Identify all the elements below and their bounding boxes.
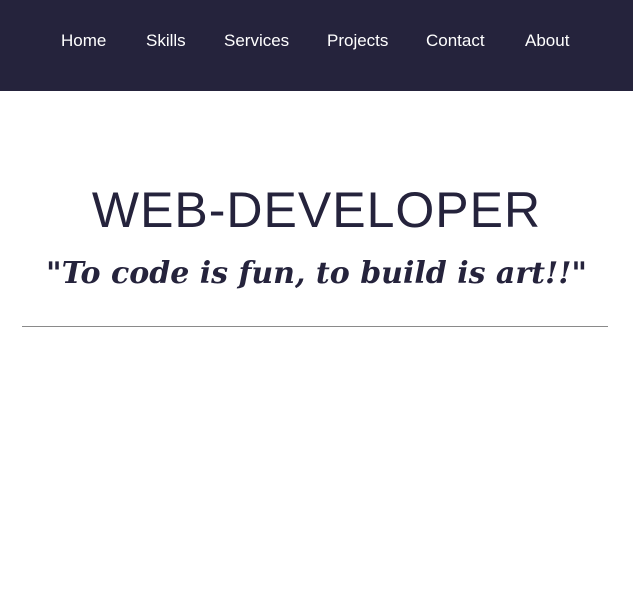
nav-link-home[interactable]: Home [61, 30, 106, 52]
top-navbar: Home Skills Services Projects Contact Ab… [0, 0, 633, 91]
hero-title: WEB-DEVELOPER [91, 182, 542, 238]
hero-section: WEB-DEVELOPER "To code is fun, to build … [0, 91, 633, 607]
section-divider [22, 326, 608, 327]
nav-link-contact[interactable]: Contact [426, 30, 485, 52]
nav-link-skills[interactable]: Skills [146, 30, 186, 52]
nav-link-about[interactable]: About [525, 30, 569, 52]
hero-tagline: "To code is fun, to build is art!!" [45, 256, 587, 291]
nav-link-services[interactable]: Services [224, 30, 289, 52]
nav-link-projects[interactable]: Projects [327, 30, 388, 52]
